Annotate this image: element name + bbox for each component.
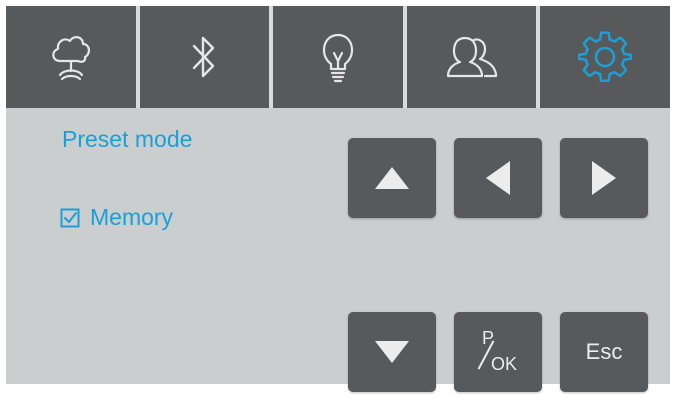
esc-label: Esc — [585, 339, 623, 364]
arrow-up-icon — [375, 167, 409, 189]
left-button[interactable] — [454, 138, 542, 218]
right-button[interactable] — [560, 138, 648, 218]
p-ok-bottom-text: OK — [491, 354, 518, 374]
esc-button[interactable]: Esc — [560, 312, 648, 392]
memory-label: Memory — [90, 204, 174, 230]
arrow-down-icon — [375, 341, 409, 363]
bluetooth-icon — [193, 36, 215, 78]
tab-light[interactable] — [273, 6, 403, 108]
arrow-right-icon — [592, 161, 616, 195]
memory-checkbox[interactable]: Memory — [60, 204, 173, 231]
checkbox-checked-icon — [60, 208, 80, 227]
lightbulb-icon — [322, 33, 354, 83]
tab-settings[interactable] — [540, 6, 670, 108]
device-screen: Preset mode Memory P OK Esc — [6, 6, 670, 392]
tab-bar — [6, 6, 670, 108]
tab-users[interactable] — [406, 6, 537, 108]
preset-mode-label: Preset mode — [62, 126, 193, 152]
p-ok-glyph: P OK — [477, 329, 518, 375]
tab-cloud[interactable] — [6, 6, 136, 108]
up-button[interactable] — [348, 138, 436, 218]
down-button[interactable] — [348, 312, 436, 392]
gear-icon — [578, 31, 633, 83]
tab-bluetooth[interactable] — [139, 6, 270, 108]
p-ok-button[interactable]: P OK — [454, 312, 542, 392]
arrow-left-icon — [486, 161, 510, 195]
users-icon — [446, 36, 497, 78]
cloud-icon — [52, 36, 90, 81]
